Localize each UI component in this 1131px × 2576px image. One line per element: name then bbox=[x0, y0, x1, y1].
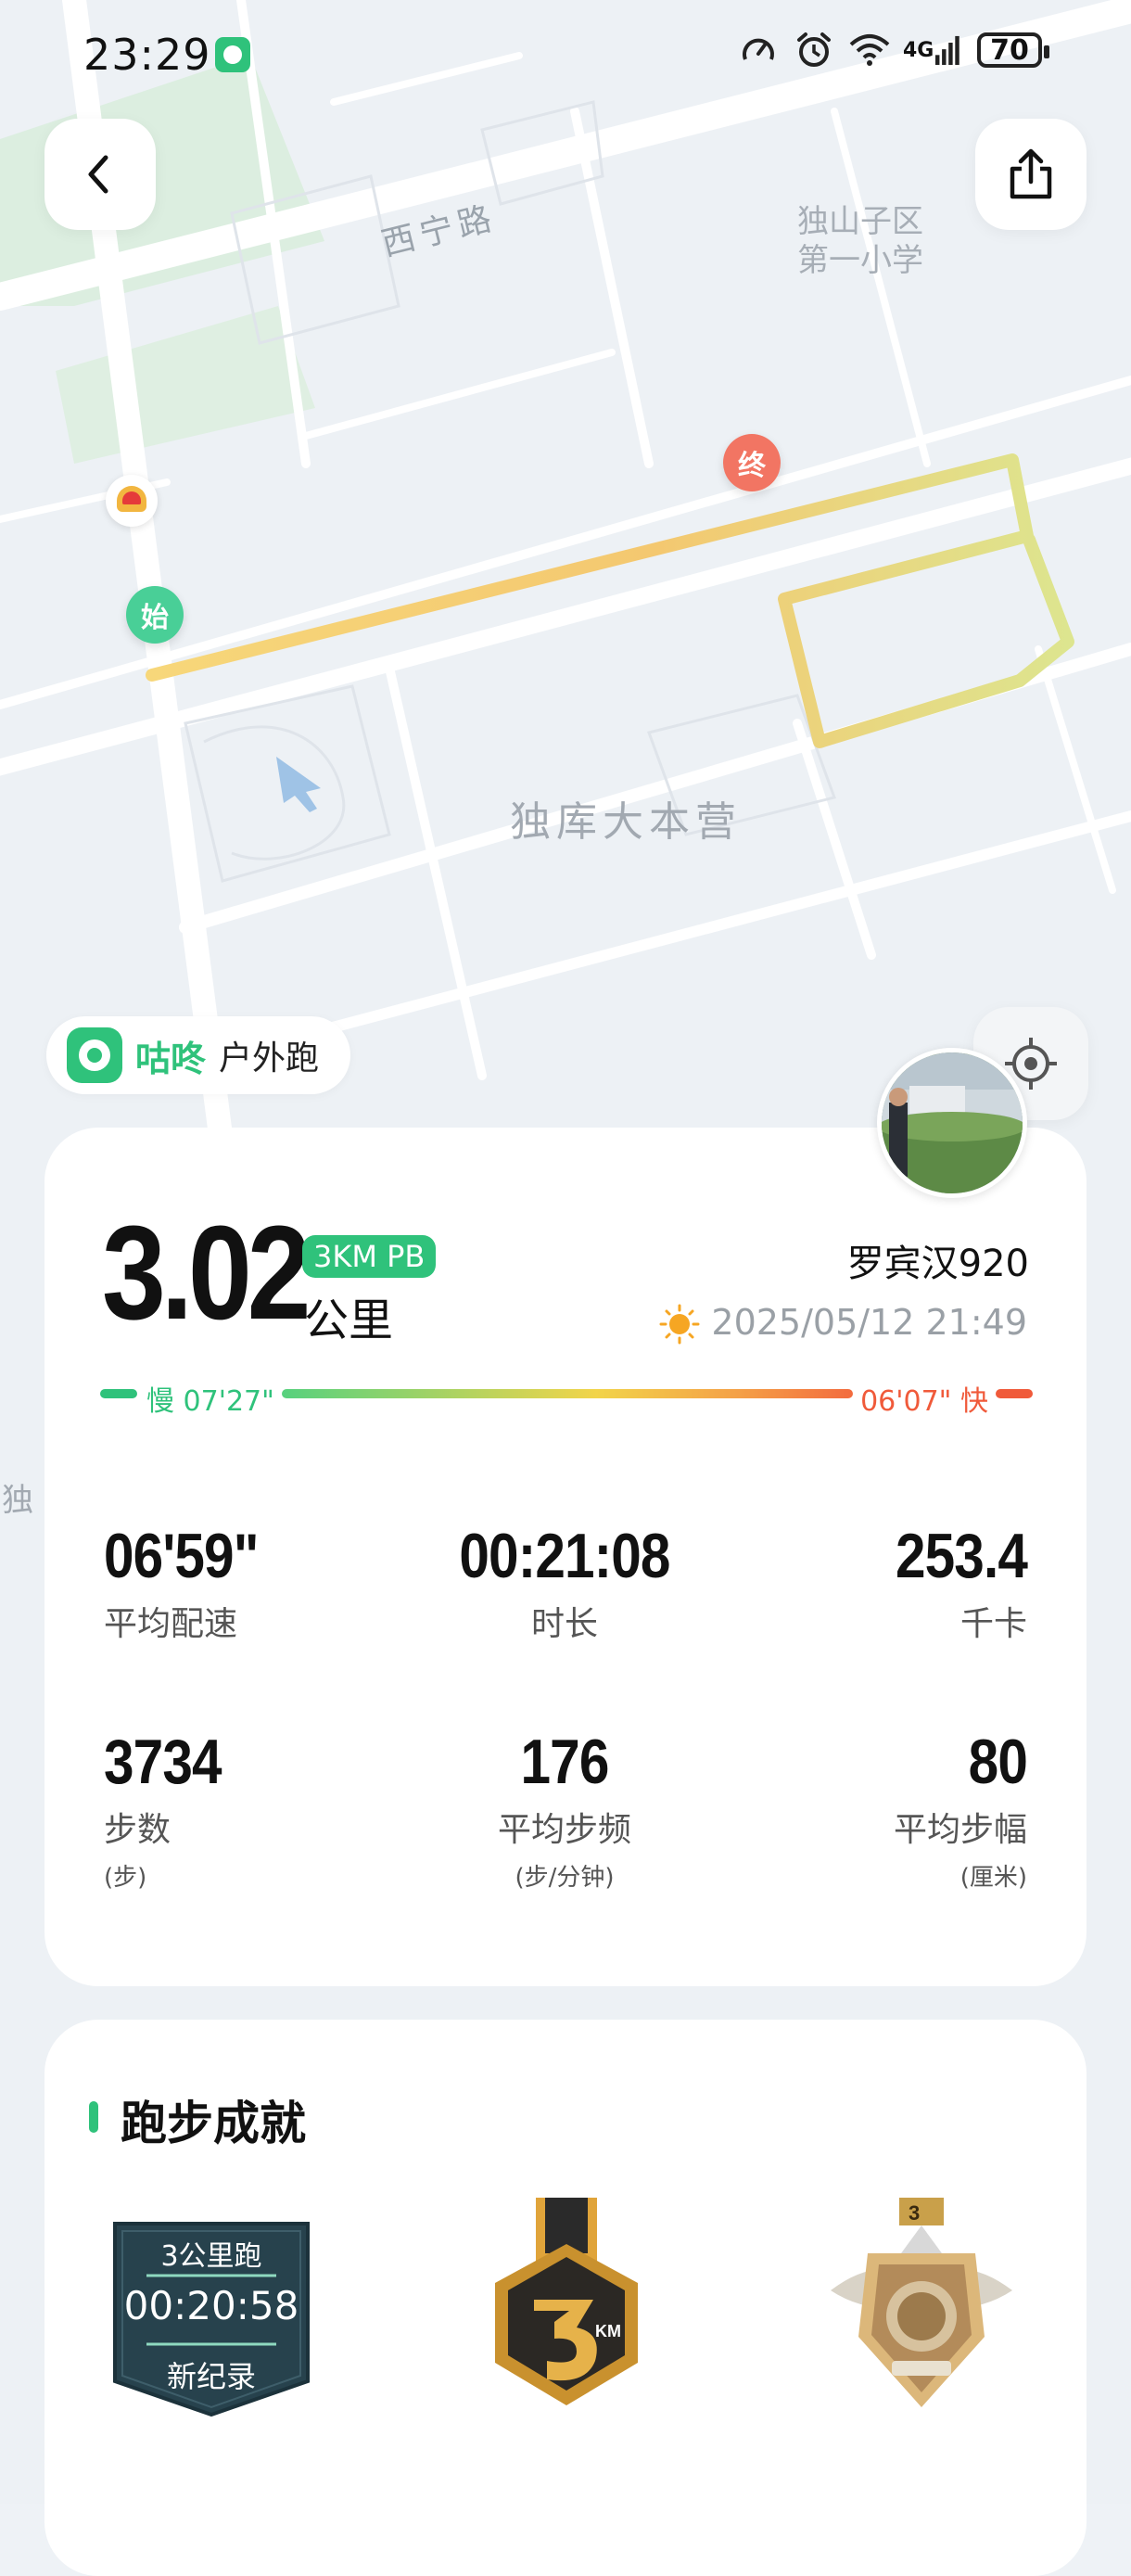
stat-avg-pace: 06'59" 平均配速 bbox=[104, 1523, 410, 1645]
edge-map-label: 独 bbox=[2, 1482, 33, 1519]
stat-value: 3734 bbox=[104, 1727, 222, 1797]
stat-label: 平均步幅 bbox=[893, 1811, 1027, 1849]
gas-station-poi-icon[interactable] bbox=[106, 475, 158, 527]
username: 罗宾汉920 bbox=[846, 1243, 1029, 1285]
stat-cadence: 176 平均步频 (步/分钟) bbox=[412, 1728, 718, 1893]
pace-slow-marker bbox=[100, 1389, 137, 1398]
wifi-icon bbox=[847, 28, 892, 72]
end-pin[interactable]: 终 bbox=[723, 434, 781, 491]
section-accent-bar bbox=[89, 2101, 98, 2133]
network-type-label: 4G bbox=[903, 38, 934, 62]
battery-indicator: 70 bbox=[977, 32, 1049, 68]
record-time: 00:20:58 bbox=[123, 2283, 299, 2328]
sport-mode: 户外跑 bbox=[219, 1039, 320, 1078]
pb-badge: 3KM PB bbox=[302, 1235, 437, 1278]
share-icon bbox=[1010, 148, 1052, 199]
3km-medal-icon: KM bbox=[495, 2198, 638, 2405]
map-streets bbox=[0, 0, 1131, 1150]
stat-steps: 3734 步数 (步) bbox=[104, 1728, 410, 1893]
avatar-photo bbox=[882, 1052, 1023, 1193]
record-title: 3公里跑 bbox=[160, 2240, 262, 2273]
cell-signal-icon: 4G bbox=[903, 28, 960, 72]
stat-value: 253.4 bbox=[895, 1521, 1028, 1591]
speedometer-icon bbox=[736, 28, 781, 72]
run-datetime: 2025/05/12 21:49 bbox=[659, 1302, 1027, 1345]
stat-value: 176 bbox=[520, 1727, 609, 1797]
stat-value: 06'59" bbox=[104, 1521, 259, 1591]
avatar[interactable] bbox=[877, 1048, 1027, 1198]
stat-stride: 80 平均步幅 (厘米) bbox=[721, 1727, 1028, 1893]
medal-number-text: 3 bbox=[909, 2201, 920, 2225]
pace-slow-label: 慢 07'27" bbox=[146, 1385, 274, 1418]
back-button[interactable] bbox=[44, 119, 156, 230]
stat-value: 00:21:08 bbox=[459, 1521, 670, 1591]
distance-value: 3.02 bbox=[102, 1198, 311, 1347]
3km-medal[interactable]: KM bbox=[480, 2198, 653, 2417]
codoon-logo-icon bbox=[67, 1027, 122, 1083]
stat-calories: 253.4 千卡 bbox=[721, 1521, 1028, 1645]
distance-unit: 公里 bbox=[304, 1294, 394, 1346]
stat-unit: (步) bbox=[104, 1864, 147, 1892]
chevron-left-icon bbox=[88, 155, 108, 194]
status-icons: 4G 70 bbox=[736, 28, 1049, 72]
stat-unit: (步/分钟) bbox=[515, 1864, 615, 1892]
achievements-title: 跑步成就 bbox=[121, 2097, 306, 2150]
share-button[interactable] bbox=[975, 119, 1087, 230]
stat-label: 时长 bbox=[530, 1605, 598, 1643]
pace-fast-label: 06'07" 快 bbox=[860, 1385, 988, 1418]
codoon-notification-icon bbox=[215, 37, 250, 72]
stat-label: 平均配速 bbox=[104, 1605, 238, 1643]
anniversary-medal[interactable]: 3 bbox=[831, 2198, 1012, 2413]
medal-km-text: KM bbox=[595, 2322, 621, 2340]
record-caption: 新纪录 bbox=[166, 2359, 256, 2394]
school-label-line1: 独山子区 bbox=[797, 203, 923, 240]
sun-icon bbox=[659, 1304, 700, 1345]
stat-label: 平均步频 bbox=[497, 1811, 631, 1849]
record-badge[interactable]: 3公里跑 00:20:58 新纪录 bbox=[109, 2218, 313, 2418]
start-pin[interactable]: 始 bbox=[126, 586, 184, 644]
datetime-text: 2025/05/12 21:49 bbox=[711, 1302, 1027, 1343]
stat-value: 80 bbox=[968, 1727, 1028, 1797]
school-label-line2: 第一小学 bbox=[797, 242, 923, 279]
winged-medal-icon: 3 bbox=[831, 2198, 1012, 2407]
pace-gradient bbox=[282, 1389, 853, 1398]
alarm-icon bbox=[792, 28, 836, 72]
status-time: 23:29 bbox=[83, 30, 211, 80]
pace-range-bar: 慢 07'27" 06'07" 快 bbox=[100, 1378, 1033, 1418]
stat-duration: 00:21:08 时长 bbox=[412, 1523, 718, 1645]
pace-fast-marker bbox=[996, 1389, 1033, 1398]
brand-chip: 咕咚 户外跑 bbox=[46, 1016, 351, 1094]
camp-label: 独库大本营 bbox=[510, 798, 742, 846]
school-label: 独山子区 第一小学 bbox=[797, 202, 923, 280]
stat-label: 步数 bbox=[104, 1811, 172, 1849]
stat-label: 千卡 bbox=[959, 1605, 1027, 1643]
status-bar: 23:29 4G 70 bbox=[0, 0, 1131, 111]
brand-name: 咕咚 bbox=[135, 1038, 207, 1079]
stat-unit: (厘米) bbox=[959, 1864, 1027, 1892]
